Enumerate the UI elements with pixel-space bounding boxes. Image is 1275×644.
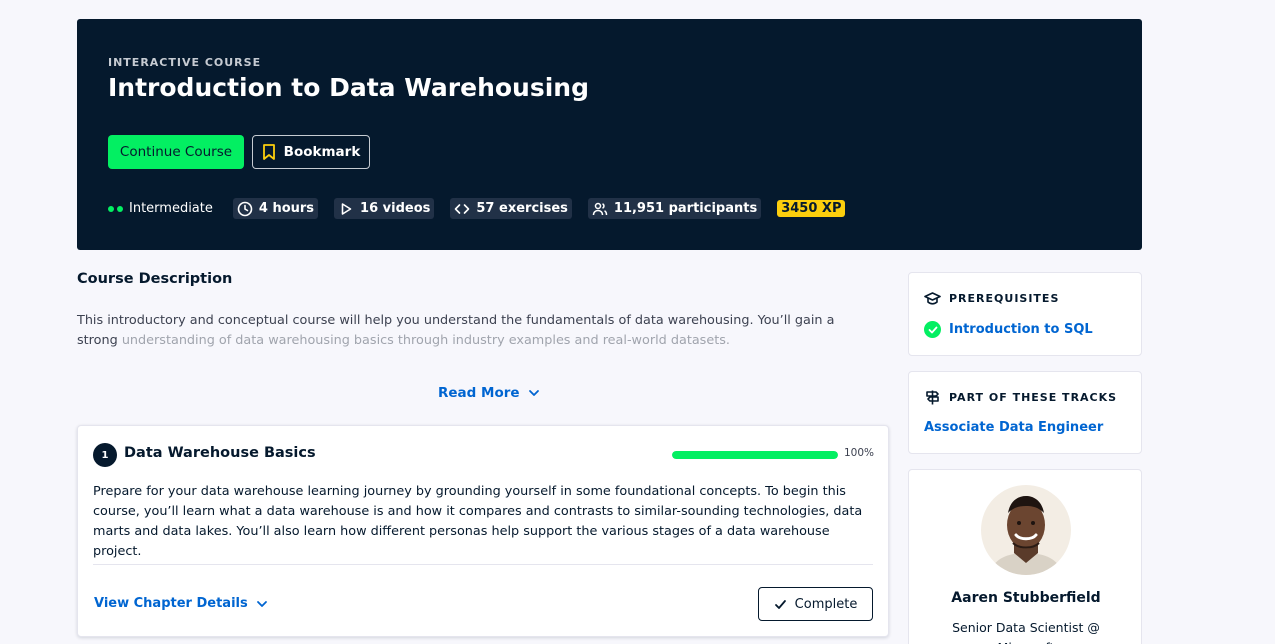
graduation-cap-icon [924, 292, 941, 305]
bookmark-button[interactable]: Bookmark [252, 135, 370, 169]
complete-label: Complete [794, 596, 858, 612]
prerequisite-label: Introduction to SQL [949, 322, 1093, 337]
chapter-card: 1 Data Warehouse Basics 100% Prepare for… [77, 425, 889, 637]
chapter-progress-label: 100% [844, 447, 875, 459]
videos-badge: 16 videos [334, 198, 435, 219]
videos-label: 16 videos [360, 201, 431, 216]
chapter-progress-bar [672, 451, 838, 459]
signpost-icon [926, 390, 939, 405]
course-description-text: This introductory and conceptual course … [77, 311, 867, 350]
level-dots-icon [108, 205, 123, 212]
course-type-label: INTERACTIVE COURSE [108, 56, 262, 69]
chapter-title: Data Warehouse Basics [124, 445, 316, 461]
play-icon [341, 202, 352, 215]
level-label: Intermediate [129, 201, 213, 216]
users-icon [592, 202, 608, 215]
instructor-card: Aaren Stubberfield Senior Data Scientist… [908, 469, 1142, 644]
chevron-down-icon [528, 390, 539, 396]
tracks-heading-label: PART OF THESE TRACKS [949, 391, 1118, 404]
clock-icon [237, 201, 253, 216]
level-badge: Intermediate [108, 198, 217, 219]
prerequisites-card: PREREQUISITES Introduction to SQL [908, 272, 1142, 356]
instructor-name[interactable]: Aaren Stubberfield [909, 590, 1143, 606]
duration-badge: 4 hours [232, 198, 319, 219]
continue-course-button[interactable]: Continue Course [108, 135, 244, 169]
view-chapter-details-label: View Chapter Details [94, 596, 248, 611]
xp-badge: 3450 XP [777, 200, 846, 217]
bookmark-icon [262, 144, 275, 160]
participants-badge: 11,951 participants [587, 198, 762, 219]
chapter-divider [93, 564, 873, 565]
view-chapter-details-button[interactable]: View Chapter Details [94, 596, 268, 611]
chapter-progress-fill [672, 451, 838, 459]
instructor-avatar[interactable] [981, 485, 1071, 575]
completed-check-icon [924, 321, 941, 338]
prerequisite-link[interactable]: Introduction to SQL [924, 321, 1093, 338]
code-icon [455, 203, 470, 214]
chevron-down-icon [256, 600, 267, 607]
duration-label: 4 hours [258, 201, 315, 216]
instructor-role: Senior Data Scientist @ Microsoft [952, 620, 1100, 644]
prerequisites-heading-label: PREREQUISITES [949, 292, 1060, 305]
participants-label: 11,951 participants [613, 201, 758, 216]
chapter-number: 1 [93, 443, 117, 467]
chapter-description: Prepare for your data warehouse learning… [93, 484, 863, 559]
tracks-card: PART OF THESE TRACKS Associate Data Engi… [908, 371, 1142, 454]
course-hero: INTERACTIVE COURSE Introduction to Data … [77, 19, 1142, 250]
tracks-heading: PART OF THESE TRACKS [924, 389, 1117, 406]
bookmark-label: Bookmark [283, 144, 361, 160]
description-faded-text: understanding of data warehousing basics… [121, 332, 730, 348]
track-link[interactable]: Associate Data Engineer [924, 420, 1103, 435]
prerequisites-heading: PREREQUISITES [924, 290, 1059, 307]
course-description-heading: Course Description [77, 271, 233, 287]
course-meta: Intermediate 4 hours 16 videos 57 exerci… [108, 198, 846, 219]
read-more-label: Read More [438, 385, 520, 401]
course-title: Introduction to Data Warehousing [108, 73, 589, 102]
check-icon [774, 599, 786, 609]
exercises-badge: 57 exercises [450, 198, 572, 219]
read-more-button[interactable]: Read More [438, 385, 540, 401]
exercises-label: 57 exercises [476, 201, 568, 216]
chapter-complete-button[interactable]: Complete [758, 587, 873, 621]
